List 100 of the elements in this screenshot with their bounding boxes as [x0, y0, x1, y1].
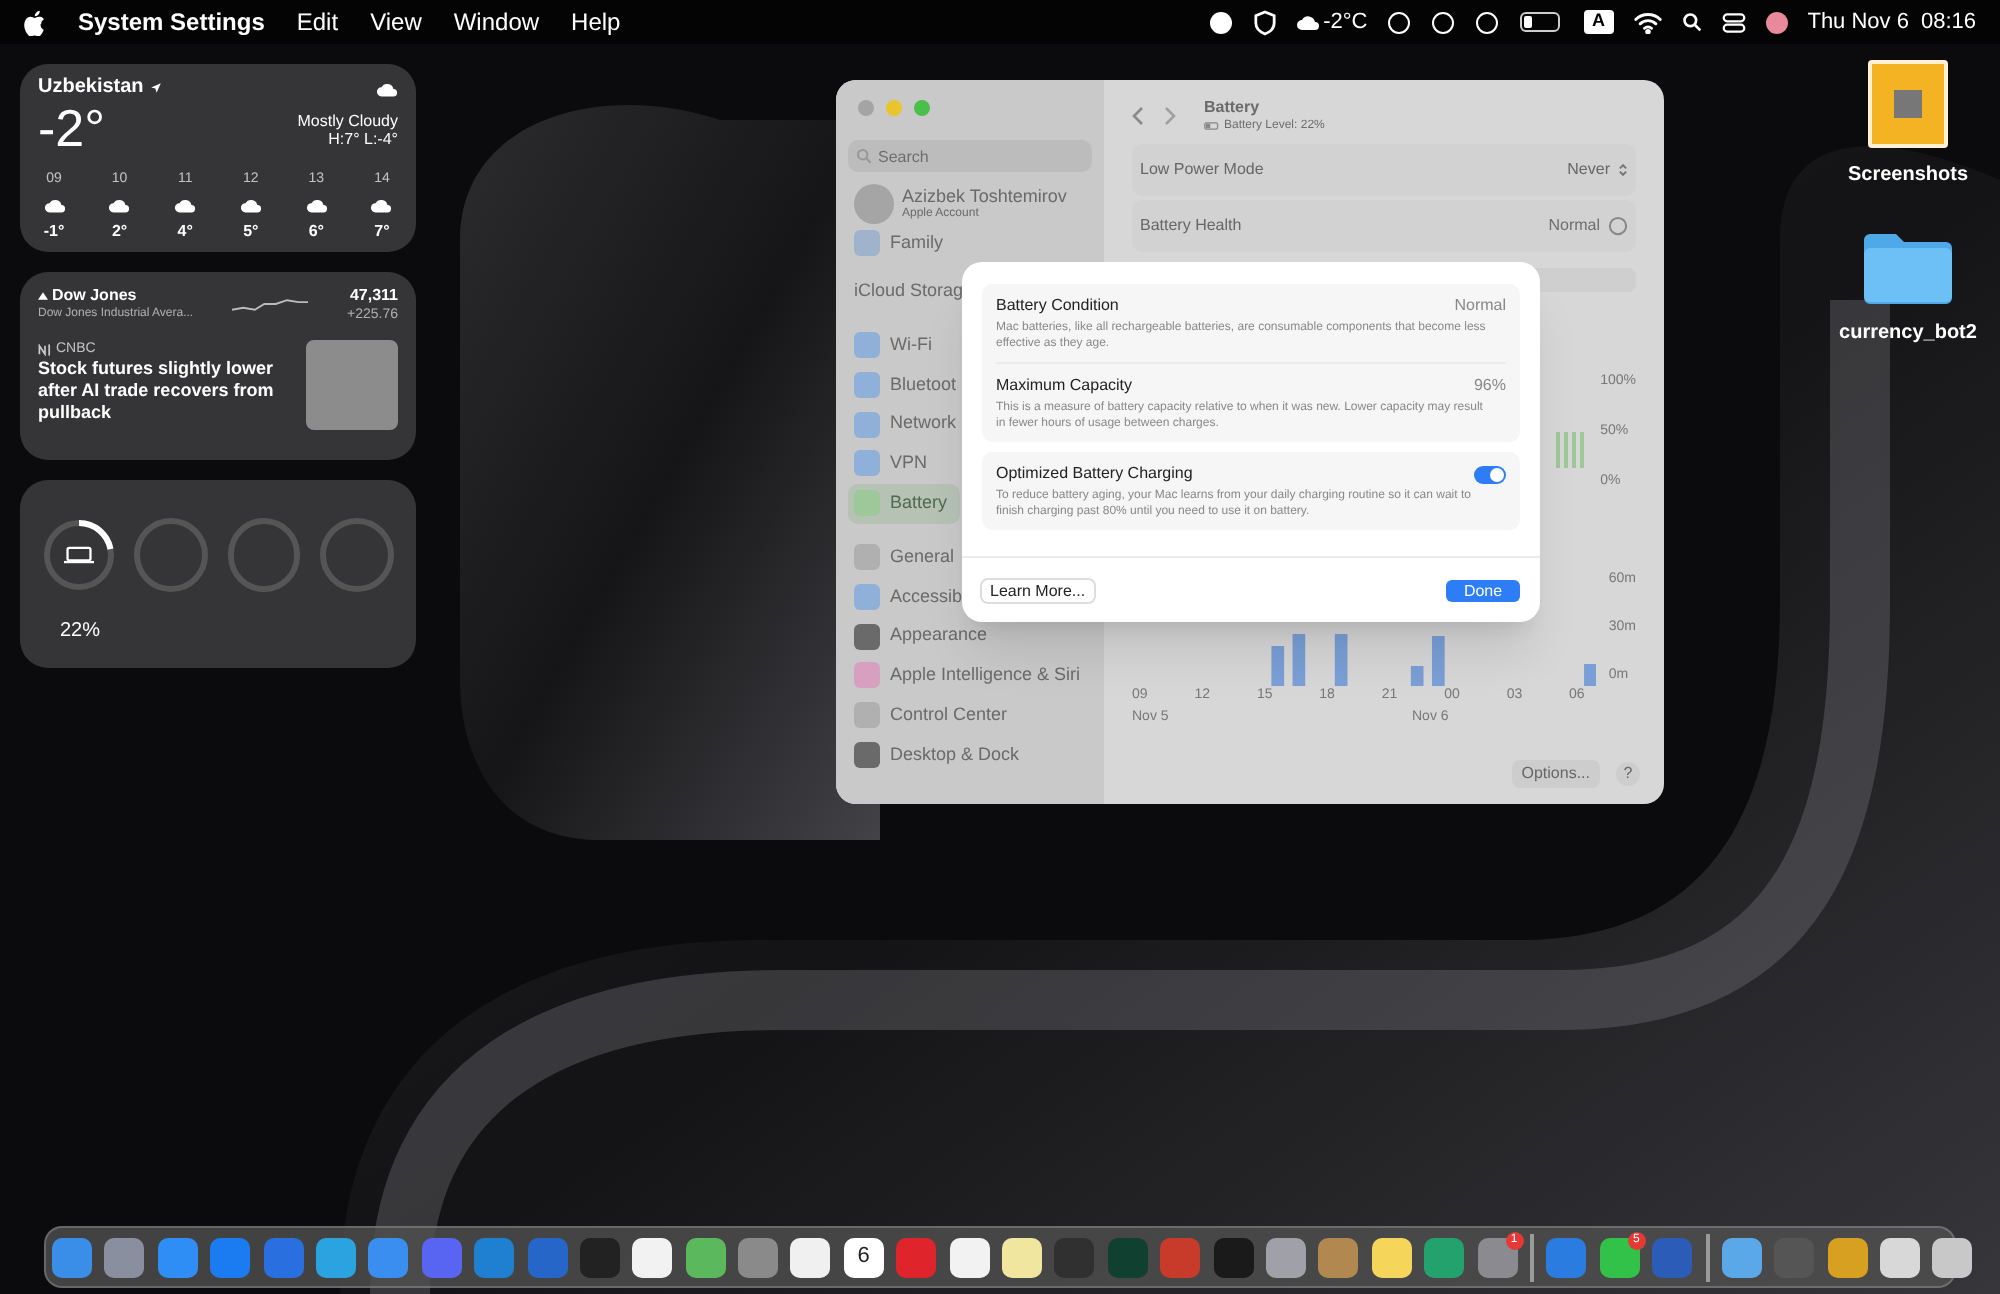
stock-symbol: Dow Jones: [52, 284, 137, 306]
chevron-up-down-icon[interactable]: [1618, 162, 1628, 178]
sidebar-item[interactable]: General: [848, 537, 961, 577]
setting-title: Optimized Battery Charging: [996, 462, 1193, 486]
battery-percentage: 22%: [60, 618, 103, 646]
empty-battery-ring: [320, 518, 394, 592]
app-icon[interactable]: [1371, 1237, 1412, 1277]
sidebar-item[interactable]: Battery: [848, 483, 960, 524]
empty-battery-ring: [227, 518, 301, 592]
setting-title: Maximum Capacity: [996, 374, 1133, 398]
stock-price: 47,311: [349, 284, 398, 306]
usage-bar: [1584, 664, 1597, 686]
shield-icon[interactable]: [1253, 9, 1276, 35]
battery-icon: [1204, 122, 1220, 130]
app-icon[interactable]: [1827, 1237, 1868, 1277]
calendar-icon[interactable]: 6: [843, 1237, 884, 1277]
location-arrow-icon: [149, 82, 162, 94]
back-button[interactable]: [1132, 106, 1144, 126]
cloud-icon: [376, 82, 398, 98]
sidebar-item[interactable]: iCloud Storag: [848, 271, 970, 312]
forecast-temperature: 6°: [308, 219, 325, 243]
app-icon[interactable]: [1932, 1237, 1973, 1277]
info-icon[interactable]: [1608, 216, 1628, 236]
sidebar-item[interactable]: Network: [848, 404, 963, 444]
search-icon: [856, 148, 872, 164]
menu-bar-date[interactable]: Thu Nov 6: [1807, 5, 1909, 39]
app-icon[interactable]: [949, 1237, 990, 1277]
sidebar-item[interactable]: Family: [848, 224, 949, 264]
done-button[interactable]: Done: [1446, 579, 1520, 601]
app-icon[interactable]: [1002, 1237, 1043, 1277]
app-icon[interactable]: [685, 1237, 726, 1277]
menu-bar-time[interactable]: 08:16: [1920, 5, 1976, 39]
app-icon[interactable]: [790, 1237, 831, 1277]
desktop-item-label[interactable]: Screenshots: [1847, 160, 1969, 190]
app-icon[interactable]: [1880, 1237, 1921, 1277]
weather-icon[interactable]: [1295, 13, 1320, 31]
cloud-icon: [108, 197, 131, 213]
cloud-icon: [43, 197, 65, 213]
wifi-icon[interactable]: [1633, 11, 1662, 33]
menu-item[interactable]: Edit: [296, 4, 339, 40]
laptop-icon: [64, 546, 94, 564]
sidebar-item[interactable]: Bluetoot: [848, 364, 963, 405]
forecast-temperature: 2°: [111, 219, 128, 243]
help-button[interactable]: ?: [1616, 762, 1640, 786]
usage-bar: [1334, 634, 1348, 686]
learn-more-button[interactable]: Learn More...: [982, 579, 1094, 601]
forecast-temperature: -1°: [43, 219, 65, 243]
usage-bar: [1271, 646, 1285, 686]
sidebar-item[interactable]: VPN: [848, 443, 934, 484]
desktop-item-label[interactable]: currency_bot2: [1839, 318, 1977, 348]
account-name[interactable]: Azizbek Toshtemirov: [902, 185, 1067, 205]
sidebar-item[interactable]: Apple Intelligence & Siri: [848, 655, 1087, 696]
screenshot-stack-icon: [1868, 60, 1948, 148]
menu-item[interactable]: Help: [571, 4, 621, 40]
battery-status-icon[interactable]: [1519, 12, 1560, 32]
row-value: Normal: [1548, 214, 1600, 238]
app-icon[interactable]: [632, 1237, 673, 1277]
sidebar-item[interactable]: Desktop & Dock: [848, 735, 1026, 775]
popup-button[interactable]: Never: [1567, 158, 1610, 182]
options-button[interactable]: Options...: [1511, 760, 1600, 788]
forecast-temperature: 5°: [243, 219, 259, 243]
toggle-switch[interactable]: [1474, 465, 1506, 483]
setting-value: Normal: [1454, 294, 1506, 318]
search-field[interactable]: Search: [848, 140, 1092, 172]
app-icon[interactable]: [315, 1237, 356, 1277]
photo-placeholder: [306, 340, 398, 430]
search-input[interactable]: Search: [878, 140, 1078, 172]
status-icon[interactable]: [1431, 11, 1454, 33]
weather-status[interactable]: -2°C: [1323, 5, 1368, 39]
input-source-indicator[interactable]: A: [1583, 10, 1614, 34]
apple-menu-icon[interactable]: [24, 9, 46, 35]
forecast-temperature: 4°: [177, 219, 193, 243]
news-logo-icon: [38, 343, 52, 355]
forward-button[interactable]: [1164, 106, 1176, 126]
sidebar-item[interactable]: Control Center: [848, 695, 1014, 736]
forecast-temperature: 7°: [374, 219, 390, 243]
cloud-icon: [174, 197, 197, 213]
menu-item[interactable]: Window: [453, 4, 540, 40]
usage-bar: [1292, 634, 1306, 686]
setting-title: Battery Condition: [996, 294, 1119, 318]
app-icon[interactable]: [1265, 1237, 1306, 1277]
row-label: Low Power Mode: [1140, 158, 1264, 182]
news-headline[interactable]: Stock futures slightly lower after AI trade recovers from pullback: [38, 358, 294, 424]
usage-bar: [1410, 666, 1424, 686]
page-title: Battery: [1204, 97, 1262, 117]
sidebar-item[interactable]: Accessib: [848, 576, 969, 617]
menu-item[interactable]: View: [370, 4, 422, 40]
sidebar-item[interactable]: Appearance: [848, 616, 994, 656]
control-center-icon[interactable]: [1721, 11, 1746, 33]
avatar-icon: [854, 184, 894, 224]
battery-level-bars: [1556, 432, 1585, 468]
sidebar-item[interactable]: Wi-Fi: [848, 325, 938, 365]
temperature: -2°: [38, 100, 108, 156]
high-low-temperature: H:7° L:-4°: [328, 130, 398, 148]
status-icon[interactable]: [1387, 11, 1410, 33]
search-icon[interactable]: [1681, 12, 1702, 32]
app-icon[interactable]: [1721, 1237, 1762, 1277]
setting-value: 96%: [1473, 374, 1506, 398]
app-menu[interactable]: System Settings: [78, 4, 265, 40]
cloud-icon: [239, 197, 262, 213]
